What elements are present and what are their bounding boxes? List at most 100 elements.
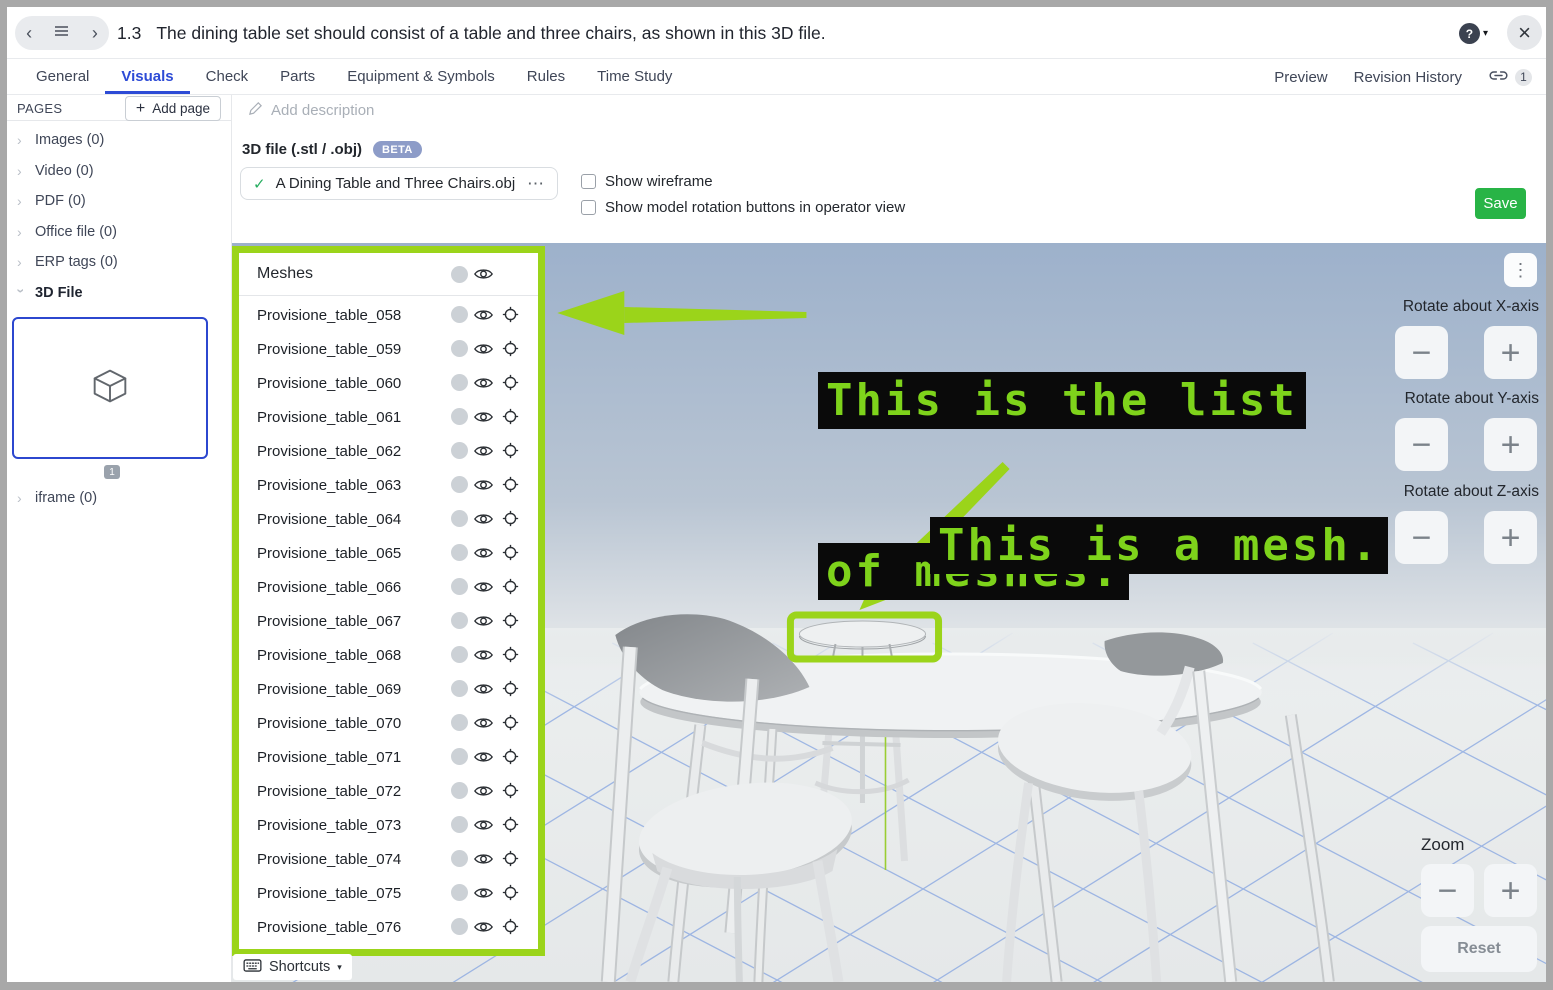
- mesh-color-dot[interactable]: [451, 510, 468, 527]
- eye-icon[interactable]: [474, 784, 493, 802]
- mesh-row[interactable]: Provisione_table_058: [239, 298, 538, 332]
- mesh-color-dot[interactable]: [451, 782, 468, 799]
- 3d-file-thumbnail[interactable]: [12, 317, 208, 459]
- crosshair-icon[interactable]: [502, 442, 519, 463]
- eye-icon[interactable]: [474, 750, 493, 768]
- back-icon[interactable]: ‹: [26, 24, 32, 42]
- crosshair-icon[interactable]: [502, 748, 519, 769]
- eye-icon[interactable]: [474, 648, 493, 666]
- mesh-row[interactable]: Provisione_table_063: [239, 468, 538, 502]
- mesh-row[interactable]: Provisione_table_060: [239, 366, 538, 400]
- sidebar-item-images[interactable]: › Images (0): [7, 125, 231, 156]
- eye-icon[interactable]: [474, 580, 493, 598]
- mesh-color-dot[interactable]: [451, 884, 468, 901]
- crosshair-icon[interactable]: [502, 476, 519, 497]
- mesh-row[interactable]: Provisione_table_064: [239, 502, 538, 536]
- eye-icon[interactable]: [474, 886, 493, 904]
- rotate-y-plus-button[interactable]: +: [1484, 418, 1537, 471]
- crosshair-icon[interactable]: [502, 340, 519, 361]
- mesh-row[interactable]: Provisione_table_072: [239, 774, 538, 808]
- add-description-field[interactable]: Add description: [248, 101, 374, 120]
- zoom-in-button[interactable]: +: [1484, 864, 1537, 917]
- sidebar-item-video[interactable]: › Video (0): [7, 156, 231, 187]
- menu-icon[interactable]: [54, 24, 69, 42]
- tab-equipment-symbols[interactable]: Equipment & Symbols: [331, 59, 511, 94]
- crosshair-icon[interactable]: [502, 612, 519, 633]
- mesh-row[interactable]: Provisione_table_065: [239, 536, 538, 570]
- shortcuts-button[interactable]: Shortcuts ▾: [233, 954, 352, 980]
- more-options-icon[interactable]: ⋯: [527, 174, 545, 194]
- wireframe-checkbox[interactable]: [581, 174, 596, 189]
- eye-icon[interactable]: [474, 716, 493, 734]
- mesh-color-dot[interactable]: [451, 680, 468, 697]
- 3d-file-selector[interactable]: ✓ A Dining Table and Three Chairs.obj ⋯: [240, 167, 558, 200]
- crosshair-icon[interactable]: [502, 918, 519, 939]
- eye-icon[interactable]: [474, 546, 493, 564]
- rotate-x-plus-button[interactable]: +: [1484, 326, 1537, 379]
- eye-icon[interactable]: [474, 342, 493, 360]
- eye-icon[interactable]: [474, 308, 493, 326]
- rotate-y-minus-button[interactable]: −: [1395, 418, 1448, 471]
- mesh-color-dot[interactable]: [451, 612, 468, 629]
- mesh-color-dot[interactable]: [451, 850, 468, 867]
- revision-history-button[interactable]: Revision History: [1354, 69, 1462, 86]
- mesh-row[interactable]: Provisione_table_061: [239, 400, 538, 434]
- mesh-color-dot[interactable]: [451, 646, 468, 663]
- eye-icon[interactable]: [474, 818, 493, 836]
- rotation-buttons-checkbox[interactable]: [581, 200, 596, 215]
- mesh-color-dot[interactable]: [451, 374, 468, 391]
- mesh-row[interactable]: Provisione_table_068: [239, 638, 538, 672]
- mesh-row[interactable]: Provisione_table_070: [239, 706, 538, 740]
- mesh-color-dot[interactable]: [451, 340, 468, 357]
- crosshair-icon[interactable]: [502, 714, 519, 735]
- mesh-color-dot[interactable]: [451, 442, 468, 459]
- sidebar-item-office-file[interactable]: › Office file (0): [7, 217, 231, 248]
- sidebar-item-iframe[interactable]: › iframe (0): [7, 483, 231, 514]
- crosshair-icon[interactable]: [502, 374, 519, 395]
- mesh-row[interactable]: Provisione_table_062: [239, 434, 538, 468]
- mesh-row[interactable]: Provisione_table_066: [239, 570, 538, 604]
- preview-button[interactable]: Preview: [1274, 69, 1327, 86]
- sidebar-item-pdf[interactable]: › PDF (0): [7, 186, 231, 217]
- zoom-out-button[interactable]: −: [1421, 864, 1474, 917]
- mesh-color-dot[interactable]: [451, 544, 468, 561]
- tab-parts[interactable]: Parts: [264, 59, 331, 94]
- mesh-row[interactable]: Provisione_table_073: [239, 808, 538, 842]
- mesh-row[interactable]: Provisione_table_075: [239, 876, 538, 910]
- eye-icon[interactable]: [474, 410, 493, 428]
- eye-icon[interactable]: [474, 267, 493, 286]
- mesh-row[interactable]: Provisione_table_076: [239, 910, 538, 944]
- help-button[interactable]: ? ▾: [1459, 23, 1488, 44]
- crosshair-icon[interactable]: [502, 816, 519, 837]
- eye-icon[interactable]: [474, 478, 493, 496]
- crosshair-icon[interactable]: [502, 646, 519, 667]
- sidebar-item-3d-file[interactable]: › 3D File: [7, 278, 231, 309]
- mesh-row[interactable]: Provisione_table_069: [239, 672, 538, 706]
- rotate-z-minus-button[interactable]: −: [1395, 511, 1448, 564]
- tab-general[interactable]: General: [20, 59, 105, 94]
- tab-check[interactable]: Check: [190, 59, 265, 94]
- save-button[interactable]: Save: [1475, 188, 1526, 219]
- viewer-menu-button[interactable]: ⋮: [1504, 253, 1537, 287]
- crosshair-icon[interactable]: [502, 306, 519, 327]
- eye-icon[interactable]: [474, 614, 493, 632]
- eye-icon[interactable]: [474, 852, 493, 870]
- eye-icon[interactable]: [474, 512, 493, 530]
- rotate-x-minus-button[interactable]: −: [1395, 326, 1448, 379]
- sidebar-item-erp-tags[interactable]: › ERP tags (0): [7, 247, 231, 278]
- links-button[interactable]: 1: [1488, 68, 1532, 87]
- tab-visuals[interactable]: Visuals: [105, 59, 189, 94]
- crosshair-icon[interactable]: [502, 408, 519, 429]
- crosshair-icon[interactable]: [502, 884, 519, 905]
- crosshair-icon[interactable]: [502, 544, 519, 565]
- reset-view-button[interactable]: Reset: [1421, 926, 1537, 972]
- crosshair-icon[interactable]: [502, 850, 519, 871]
- eye-icon[interactable]: [474, 920, 493, 938]
- crosshair-icon[interactable]: [502, 578, 519, 599]
- mesh-row[interactable]: Provisione_table_071: [239, 740, 538, 774]
- add-page-button[interactable]: + Add page: [125, 96, 221, 121]
- tab-rules[interactable]: Rules: [511, 59, 581, 94]
- eye-icon[interactable]: [474, 376, 493, 394]
- tab-time-study[interactable]: Time Study: [581, 59, 688, 94]
- crosshair-icon[interactable]: [502, 510, 519, 531]
